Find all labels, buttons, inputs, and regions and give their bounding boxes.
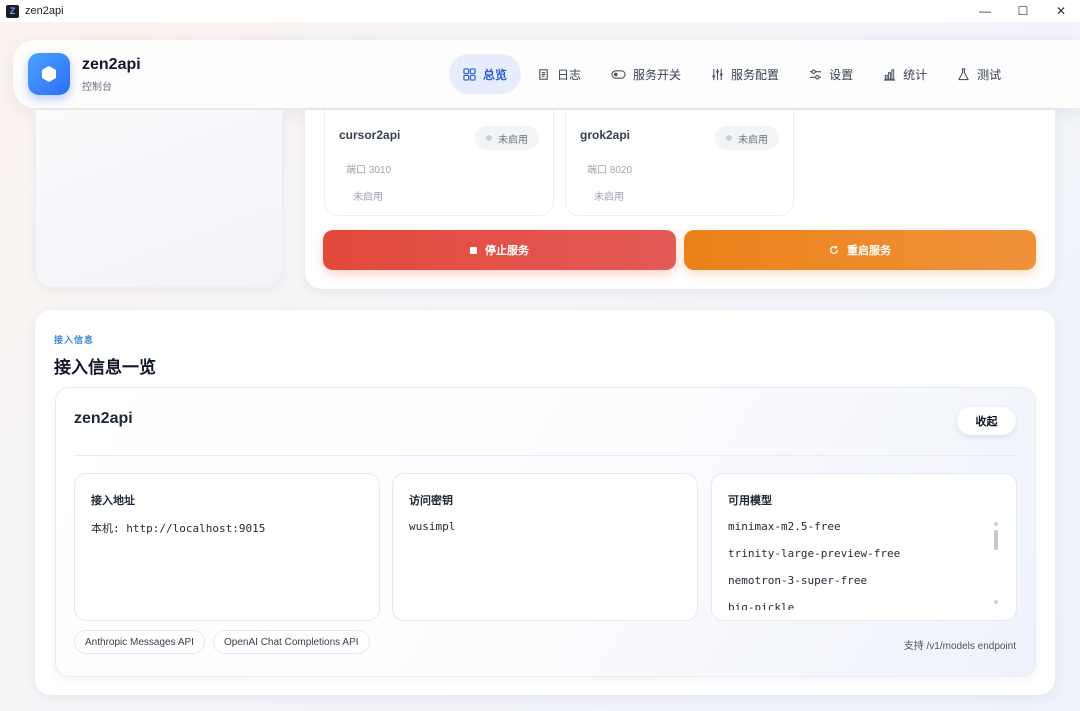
model-item: trinity-large-preview-free <box>728 547 901 560</box>
nav-tab-service-switch[interactable]: 服务开关 <box>597 54 695 94</box>
service-port: 端口 8020 <box>587 165 633 176</box>
status-badge-label: 未启用 <box>738 134 768 146</box>
grid-icon <box>463 67 476 81</box>
app-icon: Z <box>6 4 19 18</box>
api-key-title: 访问密钥 <box>409 495 453 507</box>
nav-label: 服务开关 <box>633 67 682 82</box>
nav-label: 总览 <box>483 67 508 82</box>
refresh-icon <box>830 245 838 254</box>
service-name: grok2api <box>580 128 631 142</box>
scroll-down-icon <box>994 600 998 604</box>
model-item: nemotron-3-super-free <box>728 574 868 587</box>
status-dot-icon <box>726 135 732 141</box>
sliders-icon <box>712 68 723 80</box>
summary-card <box>35 110 283 288</box>
restart-service-label: 重启服务 <box>847 245 891 257</box>
endpoint-box: 接入地址 本机: http://localhost:9015 <box>74 473 380 621</box>
provider-card: zen2api 收起 接入地址 本机: http://localhost:901… <box>55 387 1036 677</box>
service-port: 端口 3010 <box>346 165 392 176</box>
api-chip-openai: OpenAI Chat Completions API <box>213 630 370 654</box>
nav-tab-overview[interactable]: 总览 <box>449 54 522 94</box>
nav-tab-service-config[interactable]: 服务配置 <box>697 54 793 94</box>
section-eyebrow: 接入信息 <box>54 335 95 345</box>
service-card-cursor2api: cursor2api 未启用 端口 3010 未启用 <box>324 110 554 216</box>
nav-tab-test[interactable]: 测试 <box>943 54 1015 94</box>
toggle-icon <box>611 69 626 79</box>
brand-name: zen2api <box>82 55 141 73</box>
close-button[interactable]: ✕ <box>1042 0 1080 22</box>
model-item: big-pickle <box>728 601 795 610</box>
service-status: 未启用 <box>353 192 383 203</box>
status-badge: 未启用 <box>475 126 539 150</box>
maximize-button[interactable]: ☐ <box>1004 0 1042 22</box>
api-key-value[interactable]: wusimpl <box>409 520 455 533</box>
stop-icon <box>470 246 477 254</box>
scrollbar-thumb[interactable] <box>994 530 998 550</box>
window-title: zen2api <box>25 5 64 17</box>
nav-tab-logs[interactable]: 日志 <box>523 54 595 94</box>
access-info-section: 接入信息 接入信息一览 zen2api 收起 接入地址 本机: http://l… <box>35 310 1055 695</box>
hexagon-logo-icon <box>28 53 70 95</box>
support-note: 支持 /v1/models endpoint <box>903 641 1016 652</box>
nav-label: 设置 <box>829 67 854 82</box>
app-header: zen2api 控制台 总览 日志 服务开关 服务配置 设置 统计 测试 <box>13 40 1080 108</box>
model-item: minimax-m2.5-free <box>728 520 841 533</box>
models-box: 可用模型 minimax-m2.5-free trinity-large-pre… <box>711 473 1017 621</box>
stop-service-button[interactable]: 停止服务 <box>323 230 676 270</box>
model-list[interactable]: minimax-m2.5-free trinity-large-preview-… <box>728 520 988 610</box>
nav-label: 统计 <box>903 67 928 82</box>
api-chip-anthropic: Anthropic Messages API <box>74 630 205 654</box>
nav-label: 日志 <box>557 67 582 82</box>
models-title: 可用模型 <box>728 495 772 507</box>
main-nav: 总览 日志 服务开关 服务配置 设置 统计 测试 <box>449 54 1017 94</box>
divider <box>74 455 1017 456</box>
window-titlebar: Z zen2api — ☐ ✕ <box>0 0 1080 22</box>
endpoint-title: 接入地址 <box>91 495 135 507</box>
window-controls: — ☐ ✕ <box>966 0 1080 22</box>
service-status: 未启用 <box>594 192 624 203</box>
status-badge-label: 未启用 <box>498 134 528 146</box>
nav-label: 测试 <box>977 67 1002 82</box>
collapse-button[interactable]: 收起 <box>957 407 1016 435</box>
settings-icon <box>809 68 822 80</box>
nav-tab-stats[interactable]: 统计 <box>869 54 941 94</box>
section-title: 接入信息一览 <box>54 358 156 377</box>
endpoint-value[interactable]: 本机: http://localhost:9015 <box>91 520 265 536</box>
restart-service-button[interactable]: 重启服务 <box>684 230 1036 270</box>
stop-service-label: 停止服务 <box>485 245 529 257</box>
bar-chart-icon <box>884 68 896 81</box>
scroll-up-icon <box>994 522 998 526</box>
nav-label: 服务配置 <box>731 67 780 82</box>
minimize-button[interactable]: — <box>966 0 1004 22</box>
flask-icon <box>958 67 969 80</box>
scroll-icon <box>539 68 548 80</box>
service-card-grok2api: grok2api 未启用 端口 8020 未启用 <box>565 110 794 216</box>
model-list-scrollbar[interactable] <box>994 522 998 604</box>
api-key-box: 访问密钥 wusimpl <box>392 473 698 621</box>
brand-subtitle: 控制台 <box>82 81 112 93</box>
status-dot-icon <box>486 135 492 141</box>
service-name: cursor2api <box>339 128 401 142</box>
provider-name: zen2api <box>74 410 133 427</box>
nav-tab-settings[interactable]: 设置 <box>795 54 867 94</box>
status-badge: 未启用 <box>715 126 779 150</box>
brand: zen2api 控制台 <box>82 56 141 93</box>
